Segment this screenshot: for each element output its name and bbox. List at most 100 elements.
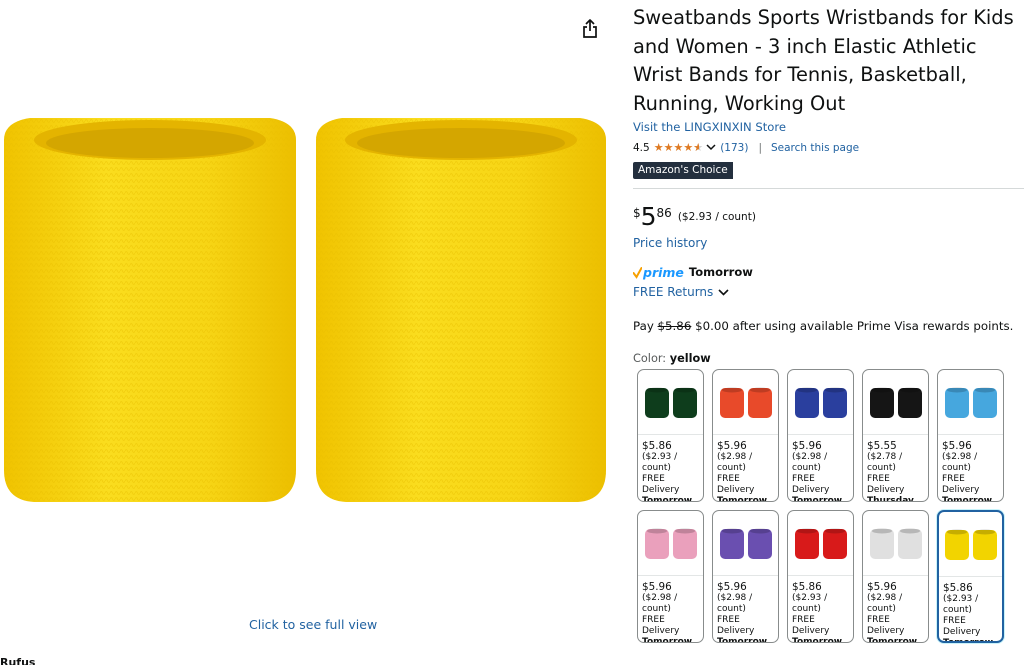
swatch-image: [788, 370, 853, 435]
pay-old-price: $5.86: [657, 319, 692, 333]
swatch-price: $5.86: [792, 581, 822, 593]
price-whole: 5: [640, 202, 657, 231]
color-swatch-3[interactable]: $5.55 ($2.78 /count) FREE Delivery Thursday: [862, 369, 929, 502]
half-star-icon: ★: [693, 142, 704, 153]
swatch-image: [713, 511, 778, 576]
swatch-count: count): [792, 463, 821, 473]
chevron-down-icon[interactable]: [706, 144, 716, 151]
swatch-image: [788, 511, 853, 576]
swatch-unit-price: ($2.93 /: [792, 593, 828, 603]
swatch-price: $5.55: [867, 440, 897, 452]
swatch-image: [713, 370, 778, 435]
rufus-label[interactable]: Rufus: [0, 656, 35, 665]
divider: [633, 188, 1024, 189]
swatch-delivery: FREE Delivery: [792, 615, 830, 636]
swatch-delivery-day: Tomorrow: [943, 638, 994, 643]
swatch-unit-price: ($2.93 /: [943, 594, 979, 604]
star-icon: ★: [663, 141, 674, 154]
swatch-details: $5.96 ($2.98 /count) FREE Delivery Tomorrow: [792, 440, 850, 502]
swatch-price: $5.96: [642, 581, 672, 593]
swatch-price: $5.96: [717, 581, 747, 593]
product-image[interactable]: [0, 100, 615, 520]
swatch-price: $5.86: [943, 582, 973, 594]
color-swatch-5[interactable]: $5.96 ($2.98 /count) FREE Delivery Tomorrow: [637, 510, 704, 643]
swatch-price: $5.96: [792, 440, 822, 452]
share-button[interactable]: [578, 14, 602, 42]
delivery-day: Tomorrow: [688, 265, 753, 279]
store-link[interactable]: Visit the LINGXINXIN Store: [633, 120, 786, 134]
color-swatch-6[interactable]: $5.96 ($2.98 /count) FREE Delivery Tomorrow: [712, 510, 779, 643]
color-selection-label: Color: yellow: [633, 352, 711, 365]
separator: |: [758, 141, 762, 154]
swatch-image: [938, 370, 1003, 435]
share-icon: [583, 18, 597, 38]
wristband-left: [4, 118, 296, 502]
color-swatch-1[interactable]: $5.96 ($2.98 /count) FREE Delivery Tomorrow: [712, 369, 779, 502]
swatch-count: count): [792, 604, 821, 614]
star-icon: ★: [683, 141, 694, 154]
product-title: Sweatbands Sports Wristbands for Kids an…: [633, 6, 1014, 115]
chevron-down-icon: [718, 288, 729, 296]
rating-row: 4.5 ★ ★ ★ ★ ★ (173) | Search this page: [633, 140, 859, 155]
swatch-delivery-day: Tomorrow: [792, 637, 843, 643]
color-swatch-8[interactable]: $5.96 ($2.98 /count) FREE Delivery Tomorrow: [862, 510, 929, 643]
amazons-choice-badge: Amazon's Choice: [633, 162, 733, 179]
swatch-delivery-day: Tomorrow: [792, 496, 843, 502]
swatch-unit-price: ($2.93 /: [642, 452, 678, 462]
prime-check-icon: [633, 267, 642, 279]
prime-delivery: prime Tomorrow: [633, 264, 753, 280]
swatch-details: $5.96 ($2.98 /count) FREE Delivery Tomorrow: [717, 440, 775, 501]
swatch-delivery-day: Tomorrow: [642, 496, 693, 502]
search-page-link[interactable]: Search this page: [771, 142, 859, 154]
image-panel: Click to see full view Rufus: [0, 0, 620, 665]
color-swatch-grid: $5.86 ($2.93 /count) FREE Delivery Tomorrow…: [637, 369, 1007, 645]
swatch-delivery-day: Tomorrow: [942, 496, 993, 502]
color-swatch-7[interactable]: $5.86 ($2.93 /count) FREE Delivery Tomorrow: [787, 510, 854, 643]
swatch-price: $5.96: [867, 581, 897, 593]
swatch-details: $5.96 ($2.98 /count) FREE Delivery Tomorrow: [942, 440, 1000, 502]
swatch-unit-price: ($2.98 /: [942, 452, 978, 462]
prime-logo: prime: [643, 264, 684, 280]
free-returns-link[interactable]: FREE Returns: [633, 285, 729, 299]
swatch-delivery: FREE Delivery: [943, 616, 981, 637]
swatch-count: count): [867, 463, 896, 473]
review-count-link[interactable]: (173): [720, 142, 748, 154]
color-swatch-2[interactable]: $5.96 ($2.98 /count) FREE Delivery Tomorrow: [787, 369, 854, 502]
star-icon: ★: [673, 141, 684, 154]
product-info: Sweatbands Sports Wristbands for Kids an…: [633, 0, 1024, 665]
swatch-unit-price: ($2.98 /: [717, 452, 753, 462]
color-swatch-4[interactable]: $5.96 ($2.98 /count) FREE Delivery Tomorrow: [937, 369, 1004, 502]
swatch-delivery: FREE Delivery: [717, 615, 755, 636]
unit-price: ($2.93 / count): [677, 211, 756, 223]
swatch-delivery-day: Tomorrow: [642, 637, 693, 643]
swatch-details: $5.96 ($2.98 /count) FREE Delivery Tomorrow: [717, 581, 775, 642]
swatch-count: count): [867, 604, 896, 614]
swatch-image: [638, 370, 703, 435]
swatch-delivery-day: Tomorrow: [867, 637, 918, 643]
swatch-delivery: FREE Delivery: [642, 615, 680, 636]
color-swatch-0[interactable]: $5.86 ($2.93 /count) FREE Delivery Tomorrow: [637, 369, 704, 502]
price-symbol: $: [633, 206, 641, 220]
price-fraction: 86: [656, 206, 672, 220]
star-icon: ★: [653, 141, 664, 154]
pay-prefix: Pay: [633, 319, 654, 333]
swatch-unit-price: ($2.98 /: [792, 452, 828, 462]
swatch-image: [863, 511, 928, 576]
star-rating[interactable]: ★ ★ ★ ★ ★: [654, 142, 717, 153]
swatch-unit-price: ($2.98 /: [642, 593, 678, 603]
rating-value: 4.5: [633, 141, 650, 154]
color-label: Color:: [633, 352, 667, 365]
price-history-link[interactable]: Price history: [633, 236, 707, 250]
swatch-unit-price: ($2.78 /: [867, 452, 903, 462]
swatch-details: $5.86 ($2.93 /count) FREE Delivery Tomorrow: [792, 581, 850, 643]
full-view-link[interactable]: Click to see full view: [249, 617, 377, 632]
swatch-count: count): [717, 463, 746, 473]
swatch-details: $5.86 ($2.93 /count) FREE Delivery Tomorrow: [642, 440, 700, 502]
color-swatch-9[interactable]: $5.86 ($2.93 /count) FREE Delivery Tomorrow: [937, 510, 1004, 643]
color-value: yellow: [669, 352, 711, 365]
wristband-right: [316, 118, 606, 502]
swatch-delivery: FREE Delivery: [717, 474, 755, 495]
swatch-image: [638, 511, 703, 576]
free-returns-label: FREE Returns: [633, 285, 714, 299]
swatch-delivery: FREE Delivery: [867, 474, 905, 495]
